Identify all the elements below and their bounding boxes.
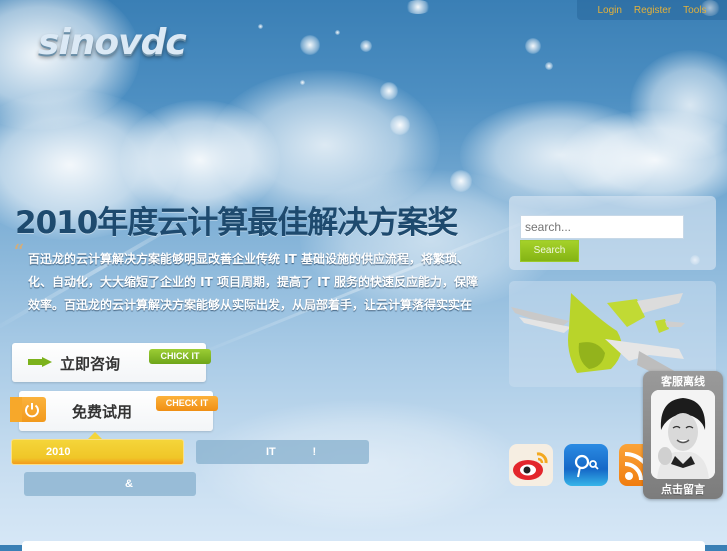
leave-message-link[interactable]: 点击留言	[643, 481, 723, 497]
trial-label: 免费试用	[72, 403, 133, 421]
tab-2010[interactable]: 2010	[11, 439, 184, 465]
arrow-right-icon	[28, 357, 52, 367]
consult-check-button[interactable]: CHICK IT	[149, 349, 211, 364]
search-button[interactable]: Search	[520, 240, 579, 262]
register-link[interactable]: Register	[634, 5, 671, 16]
tab-label: IT !	[266, 446, 317, 458]
hero-headline: 2010年度云计算最佳解决方案奖	[15, 205, 458, 241]
logo[interactable]: sinovdc	[38, 22, 187, 63]
hero-description: 百迅龙的云计算解决方案能够明显改善企业传统 IT 基础设施的供应流程，将繁琐、 …	[28, 248, 490, 317]
qq-button[interactable]	[564, 444, 608, 486]
tab-label: 2010	[46, 446, 71, 458]
tab-it[interactable]: IT !	[196, 440, 369, 464]
login-link[interactable]: Login	[597, 5, 621, 16]
description-line: 化、自动化，大大缩短了企业的 IT 项目周期，提高了 IT 服务的快速反应能力，…	[28, 275, 479, 289]
quote-mark-icon: “	[13, 241, 25, 266]
description-line: 效率。百迅龙的云计算解决方案能够从实际出发，从局部着手，让云计算落得实实在	[28, 298, 473, 312]
tab-label: &	[125, 478, 133, 490]
content-panel-edge	[22, 541, 705, 551]
tools-link[interactable]: Tools	[683, 5, 706, 16]
active-tab-caret	[88, 432, 102, 439]
power-icon	[10, 397, 46, 422]
trial-check-button[interactable]: CHECK IT	[156, 396, 218, 411]
search-input[interactable]	[520, 215, 684, 239]
top-navigation: Login Register Tools	[577, 0, 727, 20]
customer-service-widget[interactable]: 客服离线 点击留言	[643, 371, 723, 499]
weibo-icon	[513, 452, 548, 480]
agent-avatar	[651, 390, 715, 479]
consult-label: 立即咨询	[60, 355, 121, 373]
tab-and[interactable]: &	[24, 472, 196, 496]
description-line: 百迅龙的云计算解决方案能够明显改善企业传统 IT 基础设施的供应流程，将繁琐、	[28, 252, 470, 266]
service-status: 客服离线	[661, 375, 705, 388]
qq-icon	[574, 454, 599, 478]
weibo-button[interactable]	[509, 444, 553, 486]
search-panel: Search	[509, 196, 716, 270]
